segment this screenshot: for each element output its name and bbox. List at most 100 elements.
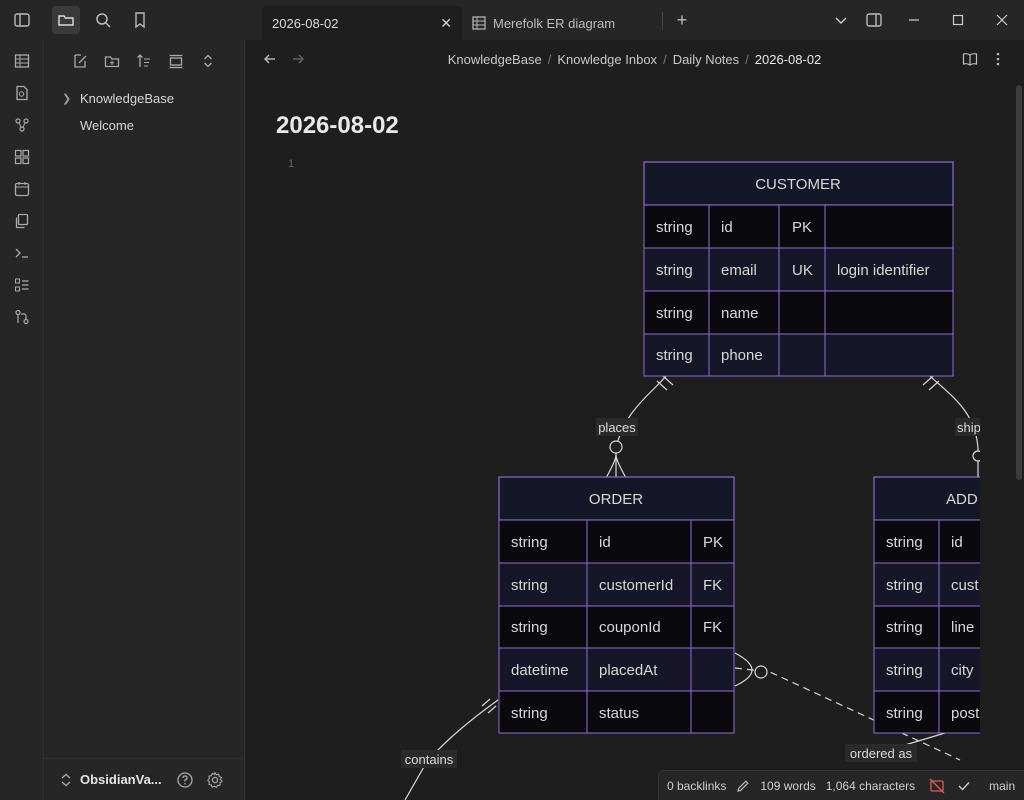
breadcrumb: KnowledgeBase / Knowledge Inbox / Daily …	[245, 40, 1024, 78]
new-note-icon[interactable]	[66, 47, 94, 75]
attr-type: datetime	[511, 662, 569, 679]
vault-name: ObsidianVa...	[80, 772, 162, 787]
tab-bar: 2026-08-02 ✕ Merefolk ER diagram +	[0, 0, 1024, 40]
attr-name: couponId	[599, 619, 661, 636]
canvas-icon[interactable]	[0, 141, 44, 173]
attr-name: placedAt	[599, 662, 658, 679]
search-icon[interactable]	[89, 6, 117, 34]
maximize-icon[interactable]	[936, 0, 980, 40]
editor-pane: KnowledgeBase / Knowledge Inbox / Daily …	[245, 40, 1024, 800]
reading-view-icon[interactable]	[957, 45, 983, 73]
attr-type: string	[656, 347, 693, 364]
attr-type: string	[886, 534, 923, 551]
checkmark-icon[interactable]	[957, 779, 971, 793]
attr-type: string	[886, 705, 923, 722]
file-explorer: ❯ KnowledgeBase Welcome ObsidianVa...	[44, 40, 245, 800]
entity-customer[interactable]: CUSTOMER string id PK string email UK lo…	[643, 161, 954, 377]
tree-folder-knowledgebase[interactable]: ❯ KnowledgeBase	[62, 85, 174, 111]
auto-reveal-icon[interactable]	[162, 47, 190, 75]
breadcrumb-current[interactable]: 2026-08-02	[755, 52, 822, 67]
right-sidebar-toggle-icon[interactable]	[856, 0, 892, 40]
attr-comment: login identifier	[837, 262, 930, 279]
close-window-icon[interactable]	[980, 0, 1024, 40]
new-folder-icon[interactable]	[98, 47, 126, 75]
attr-name: customerId	[599, 577, 673, 594]
er-diagram: places ship contains ordered as CUSTOMER…	[401, 78, 1024, 800]
word-count: 109 words	[760, 778, 816, 793]
attr-type: string	[656, 219, 693, 236]
tab-divider	[662, 12, 663, 30]
close-icon[interactable]: ✕	[440, 15, 452, 32]
settings-gear-icon[interactable]	[206, 771, 224, 789]
entity-order[interactable]: ORDER string id PK string customerId FK …	[498, 476, 735, 734]
checklist-icon[interactable]	[0, 269, 44, 301]
attr-name: line	[951, 619, 974, 636]
attr-type: string	[886, 662, 923, 679]
attr-name: id	[951, 534, 963, 551]
tab-label: 2026-08-02	[272, 15, 339, 31]
character-count: 1,064 characters	[825, 778, 916, 793]
editor-scrollbar[interactable]	[1016, 85, 1022, 480]
attr-type: string	[886, 619, 923, 636]
more-options-icon[interactable]	[985, 45, 1011, 73]
tree-item-label: KnowledgeBase	[80, 90, 174, 106]
tab-label: Merefolk ER diagram	[493, 15, 616, 31]
minimize-icon[interactable]	[892, 0, 936, 40]
attr-key: PK	[703, 534, 723, 551]
sync-error-icon[interactable]	[929, 778, 945, 794]
relationship-label-places: places	[598, 420, 636, 435]
bases-icon[interactable]	[0, 45, 44, 77]
git-icon[interactable]	[0, 301, 44, 333]
breadcrumb-separator: /	[547, 51, 552, 67]
attr-key: PK	[792, 219, 812, 236]
pencil-icon[interactable]	[736, 779, 750, 793]
graph-icon[interactable]	[0, 109, 44, 141]
chevron-down-icon[interactable]	[826, 0, 856, 40]
new-tab-icon[interactable]: +	[670, 6, 694, 34]
tree-item-label: Welcome	[80, 117, 134, 133]
attr-name: id	[721, 219, 733, 236]
ribbon	[0, 40, 44, 800]
attr-key: FK	[703, 619, 722, 636]
vault-switch-icon	[60, 773, 72, 787]
attr-type: string	[886, 577, 923, 594]
attr-name: city	[951, 662, 974, 679]
attr-name: phone	[721, 347, 763, 364]
collapse-all-icon[interactable]	[194, 47, 222, 75]
breadcrumb-item[interactable]: KnowledgeBase	[448, 52, 542, 67]
calendar-icon[interactable]	[0, 173, 44, 205]
table-icon	[472, 16, 486, 30]
chevron-right-icon: ❯	[62, 92, 72, 105]
attr-name: name	[721, 305, 759, 322]
git-branch[interactable]: main	[989, 779, 1015, 793]
tab-er-diagram[interactable]: Merefolk ER diagram	[462, 6, 662, 40]
attr-name: cust	[951, 577, 979, 594]
files-icon[interactable]	[52, 6, 80, 34]
backlinks-count[interactable]: 0 backlinks	[667, 779, 726, 793]
attr-type: string	[656, 305, 693, 322]
entity-name: ADD	[946, 491, 978, 508]
attr-name: email	[721, 262, 757, 279]
bookmark-icon[interactable]	[126, 6, 154, 34]
sidebar-toggle-icon[interactable]	[8, 6, 36, 34]
breadcrumb-item[interactable]: Daily Notes	[673, 52, 739, 67]
attr-key: UK	[792, 262, 813, 279]
copy-icon[interactable]	[0, 205, 44, 237]
attr-type: string	[511, 534, 548, 551]
help-icon[interactable]	[176, 771, 194, 789]
sort-icon[interactable]	[130, 47, 158, 75]
terminal-icon[interactable]	[0, 237, 44, 269]
attr-type: string	[511, 577, 548, 594]
breadcrumb-item[interactable]: Knowledge Inbox	[557, 52, 657, 67]
attr-name: id	[599, 534, 611, 551]
relationship-label-ships: ship	[957, 420, 981, 435]
attr-type: string	[511, 705, 548, 722]
breadcrumb-separator: /	[745, 51, 749, 67]
file-search-icon[interactable]	[0, 77, 44, 109]
status-bar: 0 backlinks 109 words 1,064 characters m…	[658, 770, 1024, 800]
entity-name: CUSTOMER	[755, 176, 841, 193]
attr-name: status	[599, 705, 639, 722]
tab-daily-note[interactable]: 2026-08-02 ✕	[262, 6, 462, 40]
tree-file-welcome[interactable]: Welcome	[80, 112, 134, 138]
vault-switcher[interactable]: ObsidianVa...	[44, 758, 245, 800]
